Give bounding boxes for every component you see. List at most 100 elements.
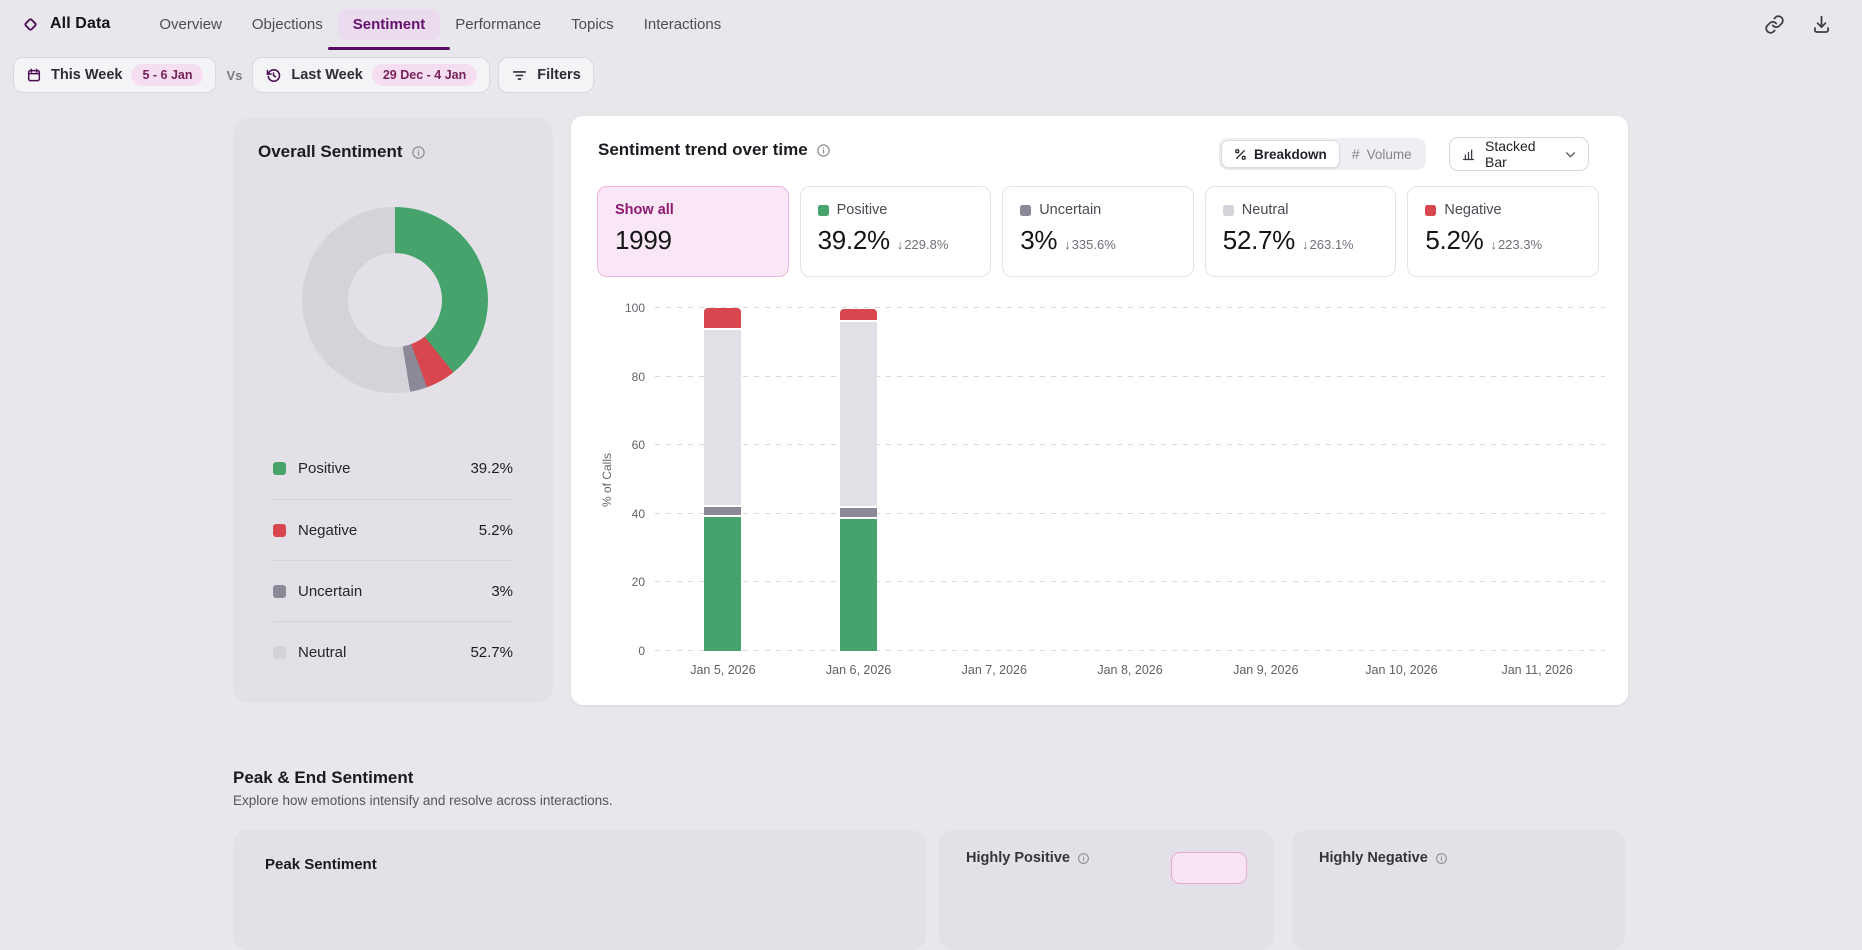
stat-label: Uncertain bbox=[1039, 202, 1102, 218]
filter-row: This Week 5 - 6 Jan Vs Last Week 29 Dec … bbox=[13, 57, 594, 93]
stat-card-positive[interactable]: Positive 39.2% ↓ 229.8% bbox=[799, 186, 992, 277]
stat-delta: ↓ 335.6% bbox=[1064, 237, 1116, 252]
compare-range-label: Last Week bbox=[291, 67, 363, 83]
bar-column bbox=[655, 308, 791, 651]
link-icon[interactable] bbox=[1764, 14, 1785, 35]
plot-area bbox=[655, 307, 1605, 651]
filters-button[interactable]: Filters bbox=[498, 57, 594, 93]
stacked-bar-jan-6-2026[interactable] bbox=[840, 308, 878, 651]
date-range-button[interactable]: This Week 5 - 6 Jan bbox=[13, 57, 217, 93]
x-tick-label: Jan 7, 2026 bbox=[961, 663, 1027, 677]
legend-row-positive[interactable]: Positive 39.2% bbox=[273, 438, 513, 499]
legend-label: Uncertain bbox=[298, 582, 363, 600]
x-axis-labels: Jan 5, 2026 Jan 6, 2026 Jan 7, 2026 Jan 8, … bbox=[655, 663, 1605, 677]
bar-column bbox=[1334, 308, 1470, 651]
legend-value: 52.7% bbox=[470, 643, 513, 661]
trend-title: Sentiment trend over time bbox=[598, 140, 808, 159]
stat-card-uncertain[interactable]: Uncertain 3% ↓ 335.6% bbox=[1002, 186, 1194, 277]
filters-label: Filters bbox=[537, 67, 581, 83]
tab-topics[interactable]: Topics bbox=[556, 9, 629, 40]
highly-positive-card: Highly Positive bbox=[939, 830, 1274, 950]
peak-end-title: Peak & End Sentiment bbox=[233, 768, 414, 787]
view-toggle-group: Breakdown # Volume bbox=[1219, 138, 1426, 170]
stat-delta: ↓ 223.3% bbox=[1490, 237, 1543, 252]
bar-column bbox=[791, 308, 927, 651]
down-arrow-icon: ↓ bbox=[1064, 237, 1071, 252]
chart-type-label: Stacked Bar bbox=[1485, 138, 1536, 170]
down-arrow-icon: ↓ bbox=[1302, 237, 1309, 252]
positive-swatch bbox=[817, 204, 829, 216]
highly-positive-badge[interactable] bbox=[1171, 852, 1247, 884]
stat-label: Neutral bbox=[1241, 202, 1289, 218]
history-icon bbox=[265, 67, 282, 84]
tab-performance[interactable]: Performance bbox=[440, 9, 556, 40]
bar-segment-uncertain[interactable] bbox=[840, 507, 878, 519]
bar-column bbox=[926, 308, 1062, 651]
info-icon[interactable] bbox=[816, 143, 831, 158]
legend-label: Neutral bbox=[298, 643, 347, 661]
legend-row-negative[interactable]: Negative 5.2% bbox=[273, 499, 513, 560]
bar-columns bbox=[655, 308, 1605, 651]
tab-objections[interactable]: Objections bbox=[237, 9, 338, 40]
x-tick-label: Jan 9, 2026 bbox=[1233, 663, 1299, 677]
tab-interactions[interactable]: Interactions bbox=[629, 9, 737, 40]
down-arrow-icon: ↓ bbox=[1490, 237, 1497, 252]
stat-label: Show all bbox=[615, 202, 674, 218]
down-arrow-icon: ↓ bbox=[896, 237, 904, 252]
x-tick-label: Jan 10, 2026 bbox=[1365, 663, 1438, 677]
stat-value: 5.2% bbox=[1425, 225, 1484, 255]
y-tick-label: 80 bbox=[631, 369, 645, 384]
vs-label: Vs bbox=[226, 67, 243, 83]
x-tick-label: Jan 5, 2026 bbox=[690, 663, 756, 677]
toggle-breakdown[interactable]: Breakdown bbox=[1221, 140, 1340, 168]
legend-value: 5.2% bbox=[478, 521, 513, 539]
peak-end-subtitle: Explore how emotions intensify and resol… bbox=[233, 793, 613, 808]
legend-row-uncertain[interactable]: Uncertain 3% bbox=[273, 560, 513, 621]
bar-segment-positive[interactable] bbox=[840, 518, 878, 651]
bar-segment-uncertain[interactable] bbox=[704, 507, 742, 518]
stat-card-neutral[interactable]: Neutral 52.7% ↓ 263.1% bbox=[1204, 186, 1397, 277]
negative-swatch bbox=[273, 523, 286, 537]
bar-segment-neutral[interactable] bbox=[840, 322, 878, 508]
stat-label: Positive bbox=[836, 202, 888, 218]
y-tick-label: 100 bbox=[624, 301, 645, 315]
hash-icon: # bbox=[1351, 146, 1360, 162]
legend-row-neutral[interactable]: Neutral 52.7% bbox=[273, 621, 513, 682]
trend-stats-row: Show all 1999 Positive 39.2% ↓ 229.8% Unc… bbox=[597, 186, 1599, 277]
bar-segment-neutral[interactable] bbox=[704, 330, 742, 508]
uncertain-swatch bbox=[1020, 204, 1032, 216]
legend-label: Positive bbox=[298, 460, 351, 477]
chevron-down-icon bbox=[1564, 148, 1577, 161]
download-icon[interactable] bbox=[1811, 14, 1832, 35]
sentiment-donut-chart[interactable] bbox=[302, 207, 488, 393]
bar-segment-negative[interactable] bbox=[704, 308, 742, 331]
bar-column bbox=[1198, 308, 1334, 651]
toggle-breakdown-label: Breakdown bbox=[1254, 146, 1327, 162]
negative-swatch bbox=[1425, 204, 1437, 216]
x-tick-label: Jan 11, 2026 bbox=[1501, 663, 1573, 677]
tab-sentiment[interactable]: Sentiment bbox=[327, 8, 450, 50]
stat-card-negative[interactable]: Negative 5.2% ↓ 223.3% bbox=[1407, 186, 1599, 277]
stat-value: 1999 bbox=[615, 225, 672, 255]
y-tick-label: 20 bbox=[631, 575, 645, 590]
info-icon[interactable] bbox=[411, 145, 426, 160]
bar-segment-negative[interactable] bbox=[840, 308, 878, 323]
y-axis-ticks: 0 20 40 60 80 100 bbox=[571, 301, 645, 658]
stacked-bar-jan-5-2026[interactable] bbox=[704, 308, 742, 651]
stat-value: 39.2% bbox=[817, 225, 891, 255]
toggle-volume[interactable]: # Volume bbox=[1340, 140, 1424, 168]
bar-column bbox=[1469, 308, 1605, 651]
stat-card-show-all[interactable]: Show all 1999 bbox=[597, 186, 789, 277]
stat-value: 52.7% bbox=[1222, 225, 1296, 255]
peak-sentiment-card-title: Peak Sentiment bbox=[265, 856, 377, 873]
bar-segment-positive[interactable] bbox=[704, 517, 742, 651]
legend-label: Negative bbox=[298, 521, 358, 539]
legend-value: 39.2% bbox=[470, 460, 513, 477]
app-brand[interactable]: All Data bbox=[22, 15, 110, 33]
highly-negative-card-title: Highly Negative bbox=[1319, 850, 1448, 866]
chart-type-dropdown[interactable]: Stacked Bar bbox=[1449, 137, 1589, 171]
bar-column bbox=[1062, 308, 1198, 651]
tab-overview[interactable]: Overview bbox=[144, 9, 237, 40]
compare-range-button[interactable]: Last Week 29 Dec - 4 Jan bbox=[252, 57, 491, 93]
percent-icon bbox=[1234, 148, 1247, 161]
